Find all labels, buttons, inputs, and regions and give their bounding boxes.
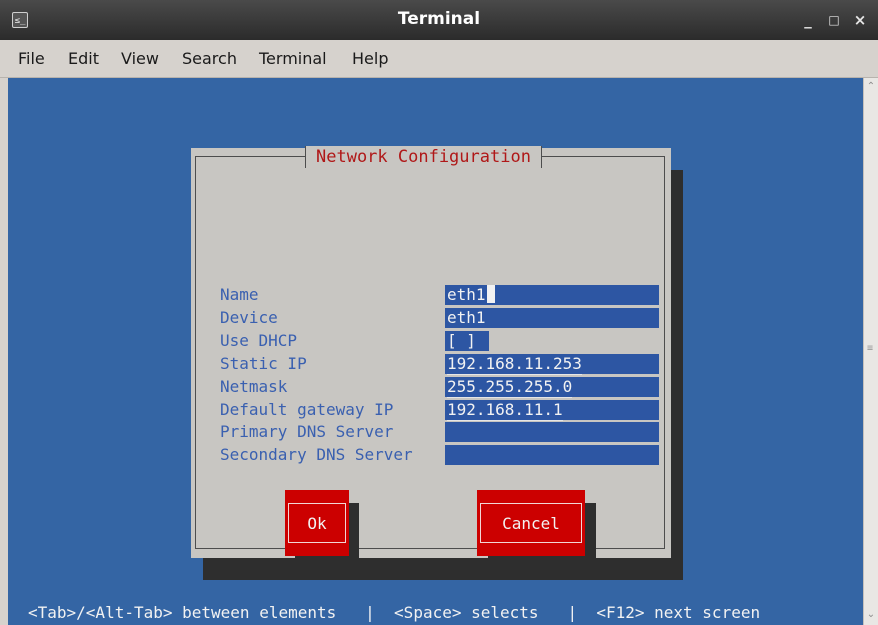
use-dhcp-label: Use DHCP xyxy=(220,331,298,350)
menu-view[interactable]: View xyxy=(121,49,159,68)
static-ip-field[interactable]: 192.168.11.253 xyxy=(445,354,659,375)
device-label: Device xyxy=(220,308,278,327)
menu-file[interactable]: File xyxy=(18,49,45,68)
maximize-icon[interactable]: □ xyxy=(826,11,842,29)
cancel-button-label: Cancel xyxy=(480,503,582,543)
name-field[interactable]: eth1 xyxy=(445,285,659,305)
terminal-window: ≤_ Terminal _ □ × File Edit View Search … xyxy=(0,0,878,625)
dialog-frame xyxy=(195,156,665,549)
secondary-dns-field[interactable] xyxy=(445,445,659,465)
network-configuration-dialog: Network Configuration Name Device Use DH… xyxy=(191,146,671,569)
static-ip-label: Static IP xyxy=(220,354,307,373)
menu-search[interactable]: Search xyxy=(182,49,237,68)
menu-terminal[interactable]: Terminal xyxy=(259,49,327,68)
default-gateway-label: Default gateway IP xyxy=(220,400,394,419)
close-icon[interactable]: × xyxy=(852,11,868,29)
minimize-icon[interactable]: _ xyxy=(800,11,816,29)
primary-dns-label: Primary DNS Server xyxy=(220,422,394,441)
scroll-down-icon[interactable]: ⌄ xyxy=(865,608,877,622)
secondary-dns-label: Secondary DNS Server xyxy=(220,445,413,464)
netmask-value: 255.255.255.0 xyxy=(447,377,573,398)
title-bar[interactable]: ≤_ Terminal _ □ × xyxy=(0,0,878,40)
terminal-area[interactable]: Network Configuration Name Device Use DH… xyxy=(8,78,863,625)
name-value: eth1 xyxy=(447,285,486,304)
scroll-up-icon[interactable]: ⌃ xyxy=(865,80,877,94)
netmask-field[interactable]: 255.255.255.0 xyxy=(445,377,659,398)
scroll-grip-icon[interactable]: ≡ xyxy=(867,344,875,354)
ok-button[interactable]: Ok xyxy=(285,490,349,556)
name-label: Name xyxy=(220,285,259,304)
use-dhcp-checkbox[interactable]: [ ] xyxy=(445,331,489,351)
ok-button-label: Ok xyxy=(288,503,346,543)
status-line: <Tab>/<Alt-Tab> between elements | <Spac… xyxy=(28,603,761,622)
device-field[interactable]: eth1 xyxy=(445,308,659,328)
vertical-scrollbar[interactable]: ⌃ ≡ ⌄ xyxy=(863,78,878,625)
default-gateway-value: 192.168.11.1 xyxy=(447,400,563,421)
window-title: Terminal xyxy=(397,9,481,29)
netmask-label: Netmask xyxy=(220,377,288,396)
menu-edit[interactable]: Edit xyxy=(68,49,99,68)
cancel-button[interactable]: Cancel xyxy=(477,490,585,556)
use-dhcp-value: [ ] xyxy=(447,331,476,350)
text-cursor xyxy=(486,285,495,303)
dialog-title: Network Configuration xyxy=(305,146,542,168)
primary-dns-field[interactable] xyxy=(445,422,659,442)
static-ip-value: 192.168.11.253 xyxy=(447,354,582,375)
menu-help[interactable]: Help xyxy=(352,49,388,68)
device-value: eth1 xyxy=(447,308,486,327)
menu-bar: File Edit View Search Terminal Help xyxy=(0,40,878,78)
default-gateway-field[interactable]: 192.168.11.1 xyxy=(445,400,659,421)
